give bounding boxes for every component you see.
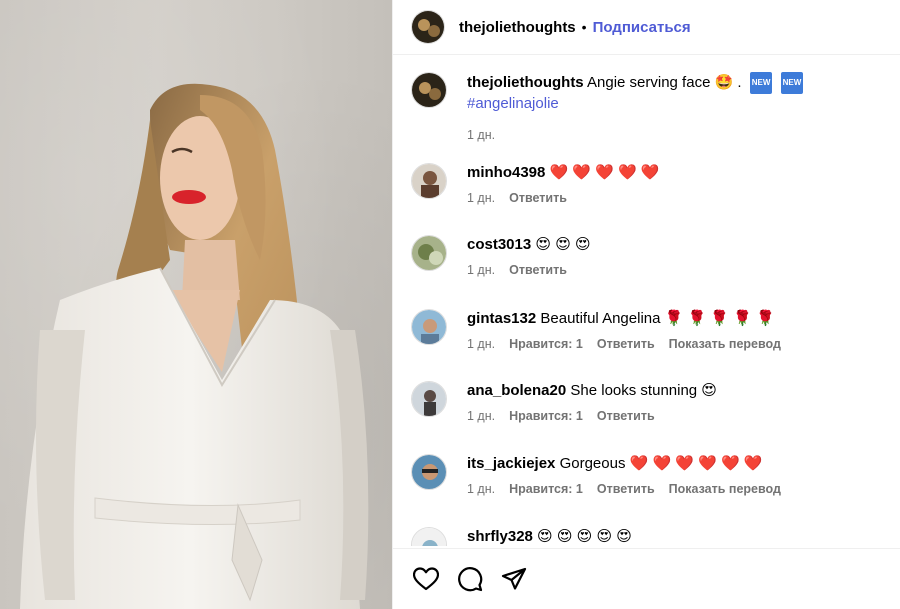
comments-panel: thejoliethoughts • Подписаться thejoliet…	[392, 0, 900, 609]
comment-text: She looks stunning 😍	[570, 382, 717, 399]
commenter-avatar[interactable]	[411, 163, 447, 199]
reply-button[interactable]: Ответить	[597, 482, 655, 496]
comments-list[interactable]: thejoliethoughts Angie serving face 🤩 . …	[393, 56, 900, 546]
post-photo[interactable]	[0, 0, 392, 609]
caption-text: Angie serving face 🤩 .	[587, 74, 742, 91]
comment-time[interactable]: 1 дн.	[467, 409, 495, 423]
comment-item: minho4398 ❤️ ❤️ ❤️ ❤️ ❤️ 1 дн. Ответить	[411, 163, 891, 205]
likes-count[interactable]: Нравится: 1	[509, 337, 583, 351]
translate-button[interactable]: Показать перевод	[669, 482, 781, 496]
post-header: thejoliethoughts • Подписаться	[393, 0, 900, 55]
comment-item: cost3013 😍 😍 😍 1 дн. Ответить	[411, 235, 891, 277]
comment-time[interactable]: 1 дн.	[467, 482, 495, 496]
likes-count[interactable]: Нравится: 1	[509, 409, 583, 423]
follow-button[interactable]: Подписаться	[593, 19, 691, 36]
caption-hashtag[interactable]: #angelinajolie	[467, 94, 803, 114]
separator-dot: •	[581, 19, 587, 35]
comment-item: shrfly328 😍 😍 😍 😍 😍	[411, 527, 891, 546]
post-photo-illustration	[20, 83, 369, 609]
author-avatar[interactable]	[411, 10, 445, 44]
instagram-post: thejoliethoughts • Подписаться thejoliet…	[0, 0, 900, 609]
comment-text: 😍 😍 😍 😍 😍	[537, 528, 632, 545]
translate-button[interactable]: Показать перевод	[669, 337, 781, 351]
commenter-username[interactable]: minho4398	[467, 164, 545, 181]
commenter-username[interactable]: ana_bolena20	[467, 382, 566, 399]
commenter-avatar[interactable]	[411, 309, 447, 345]
comment-button[interactable]	[453, 562, 487, 596]
likes-count[interactable]: Нравится: 1	[509, 482, 583, 496]
commenter-avatar[interactable]	[411, 454, 447, 490]
commenter-username[interactable]: shrfly328	[467, 528, 533, 545]
caption-username[interactable]: thejoliethoughts	[467, 74, 584, 91]
new-badge: NEW	[780, 72, 804, 94]
commenter-avatar[interactable]	[411, 235, 447, 271]
caption: thejoliethoughts Angie serving face 🤩 . …	[411, 72, 891, 142]
commenter-username[interactable]: cost3013	[467, 236, 531, 253]
reply-button[interactable]: Ответить	[509, 191, 567, 205]
comment-item: its_jackiejex Gorgeous ❤️ ❤️ ❤️ ❤️ ❤️ ❤️…	[411, 454, 891, 496]
comment-text: 😍 😍 😍	[535, 236, 591, 253]
commenter-avatar[interactable]	[411, 527, 447, 546]
author-username[interactable]: thejoliethoughts	[459, 19, 576, 36]
caption-avatar[interactable]	[411, 72, 447, 108]
comment-text: Gorgeous ❤️ ❤️ ❤️ ❤️ ❤️ ❤️	[559, 455, 763, 472]
reply-button[interactable]: Ответить	[597, 409, 655, 423]
comment-time[interactable]: 1 дн.	[467, 191, 495, 205]
send-icon	[501, 567, 527, 590]
like-button[interactable]	[409, 562, 443, 596]
new-badge: NEW	[749, 72, 773, 94]
heart-icon	[413, 567, 439, 591]
comment-text: Beautiful Angelina 🌹 🌹 🌹 🌹 🌹	[540, 310, 775, 327]
comment-text: ❤️ ❤️ ❤️ ❤️ ❤️	[549, 164, 660, 181]
reply-button[interactable]: Ответить	[597, 337, 655, 351]
reply-button[interactable]: Ответить	[509, 263, 567, 277]
commenter-username[interactable]: its_jackiejex	[467, 455, 555, 472]
comment-time[interactable]: 1 дн.	[467, 263, 495, 277]
comment-time[interactable]: 1 дн.	[467, 337, 495, 351]
comment-icon	[458, 567, 483, 592]
commenter-username[interactable]: gintas132	[467, 310, 536, 327]
commenter-avatar[interactable]	[411, 381, 447, 417]
share-button[interactable]	[497, 562, 531, 596]
comment-item: ana_bolena20 She looks stunning 😍 1 дн. …	[411, 381, 891, 423]
comment-item: gintas132 Beautiful Angelina 🌹 🌹 🌹 🌹 🌹 1…	[411, 309, 891, 351]
action-bar	[393, 548, 900, 609]
caption-time[interactable]: 1 дн.	[467, 128, 495, 142]
